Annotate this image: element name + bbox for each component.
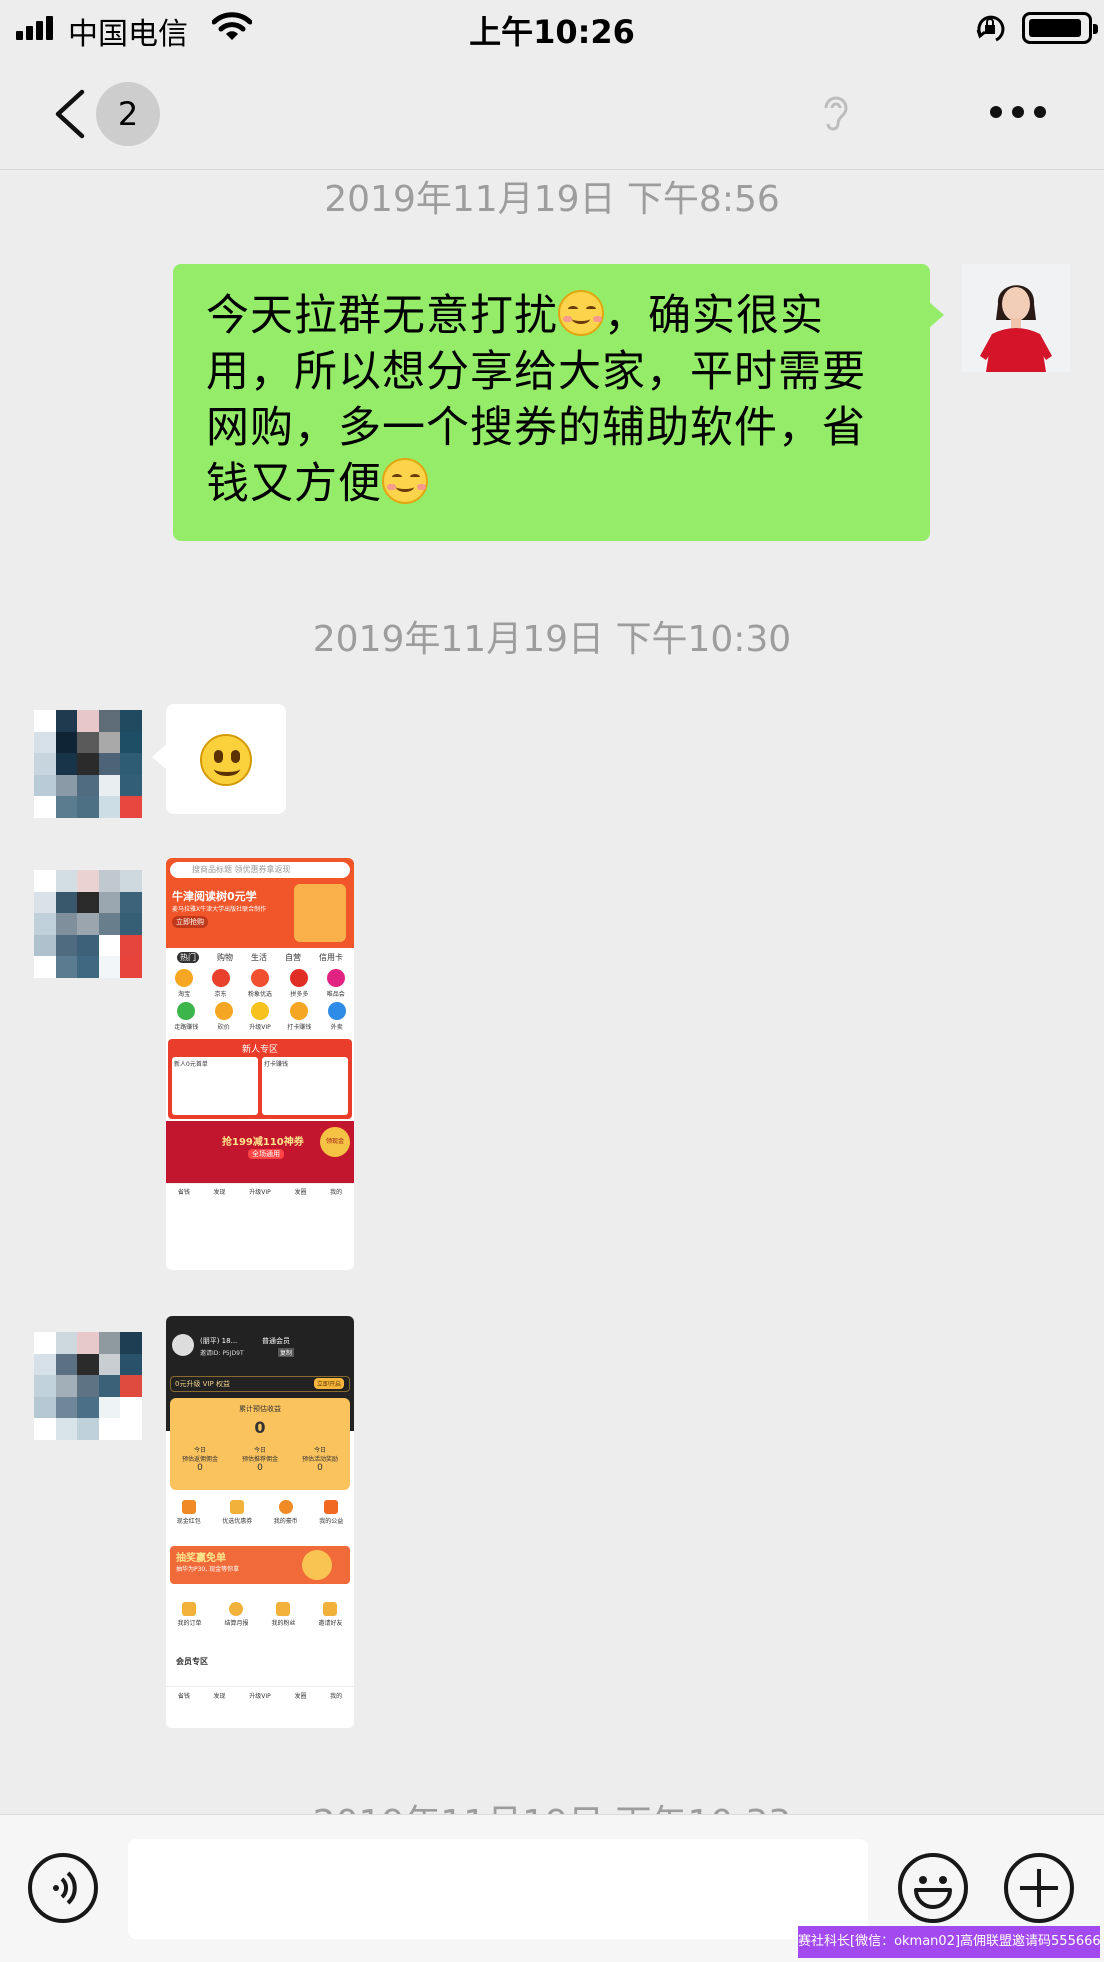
- chat-header: 2: [0, 56, 1104, 170]
- their-message-bubble[interactable]: [152, 704, 286, 814]
- back-chevron-icon[interactable]: [48, 86, 92, 142]
- avatar[interactable]: [34, 710, 142, 818]
- my-message-bubble[interactable]: 今天拉群无意打扰 ，确实很实 用，所以想分享给大家，平时需要 网购，多一个搜券的辅…: [173, 264, 944, 541]
- rotation-lock-icon: [976, 15, 1005, 42]
- search-bar: 搜商品标题 领优惠券拿返现: [170, 862, 350, 878]
- app-tabbar: 省钱 发现 升级VIP 发圈 我的: [166, 1183, 354, 1199]
- image-message-app-home[interactable]: 搜商品标题 领优惠券拿返现 牛津阅读树0元学 麦马拉雅X牛津大学出版社联合制作 …: [166, 858, 354, 1270]
- battery-icon: [1022, 12, 1098, 44]
- coupon-banner: 抢199减110神券 全场通用 领现金: [166, 1121, 354, 1183]
- plus-icon[interactable]: [1004, 1853, 1074, 1923]
- message-line: 网购，多一个搜券的辅助软件，省: [206, 403, 866, 453]
- earnings-card: 累计预估收益 0 今日 预估返佣佣金 0 今日 预估推荐佣金 0 今日 预估活动奖励…: [170, 1398, 350, 1490]
- unread-count-badge[interactable]: 2: [96, 82, 160, 146]
- blush-smile-emoji-icon: [382, 458, 428, 504]
- smile-emoji-icon: [200, 734, 252, 786]
- avatar[interactable]: [962, 264, 1070, 372]
- message-input[interactable]: [128, 1839, 868, 1939]
- category-tabs: 热门 购物 生活 自营 信用卡: [166, 948, 354, 967]
- message-line: 钱又方便: [206, 456, 900, 512]
- voice-icon[interactable]: [28, 1853, 98, 1923]
- watermark: 赛社科长[微信：okman02]高佣联盟邀请码555666: [798, 1926, 1100, 1958]
- avatar[interactable]: [34, 870, 142, 978]
- image-message-app-profile[interactable]: (朋平) 18... 普通会员 邀请ID: P5JD9T 复制 0元升级 VIP…: [166, 1316, 354, 1728]
- shortcut-grid-row: 走路赚钱 砍价 升级VIP 打卡赚钱 外卖: [166, 1000, 354, 1033]
- app-banner: 搜商品标题 领优惠券拿返现 牛津阅读树0元学 麦马拉雅X牛津大学出版社联合制作 …: [166, 858, 354, 948]
- message-line: 今天拉群无意打扰 ，确实很实: [206, 290, 824, 341]
- more-dots-icon[interactable]: [990, 106, 1046, 122]
- banner-button: 立即抢购: [172, 916, 208, 928]
- emoji-icon[interactable]: [898, 1853, 968, 1923]
- timestamp: 2019年11月19日 下午10:30: [312, 619, 792, 660]
- wechat-chat-screen: 中国电信 上午10:26 2 2019年11月19日 下午8:56 今天拉群无意…: [0, 0, 1104, 1962]
- lottery-banner: 抽奖赢免单 抽华为P30, 现金等你拿: [170, 1546, 350, 1584]
- app-tabbar: 省钱 发现 升级VIP 发圈 我的: [166, 1686, 354, 1700]
- shortcut-grid-row: 淘宝 京东 粉象优选 拼多多 唯品会: [166, 967, 354, 1000]
- status-time: 上午10:26: [469, 13, 635, 51]
- wallet-icons: 现金红包 优选优惠券 我的豪币 我的公益: [166, 1500, 354, 1525]
- ear-icon: [824, 96, 848, 131]
- message-line: 用，所以想分享给大家，平时需要: [206, 347, 866, 397]
- blush-smile-emoji-icon: [558, 290, 604, 336]
- banner-title: 牛津阅读树0元学: [172, 890, 257, 903]
- status-bar: 中国电信 上午10:26: [0, 0, 1104, 56]
- order-icons: 我的订单 结算月报 我的粉丝 邀请好友: [166, 1602, 354, 1627]
- avatar[interactable]: [34, 1332, 142, 1440]
- new-user-zone: 新人专区 新人0元首单 打卡赚钱: [168, 1039, 352, 1119]
- timestamp: 2019年11月19日 下午8:56: [324, 179, 780, 220]
